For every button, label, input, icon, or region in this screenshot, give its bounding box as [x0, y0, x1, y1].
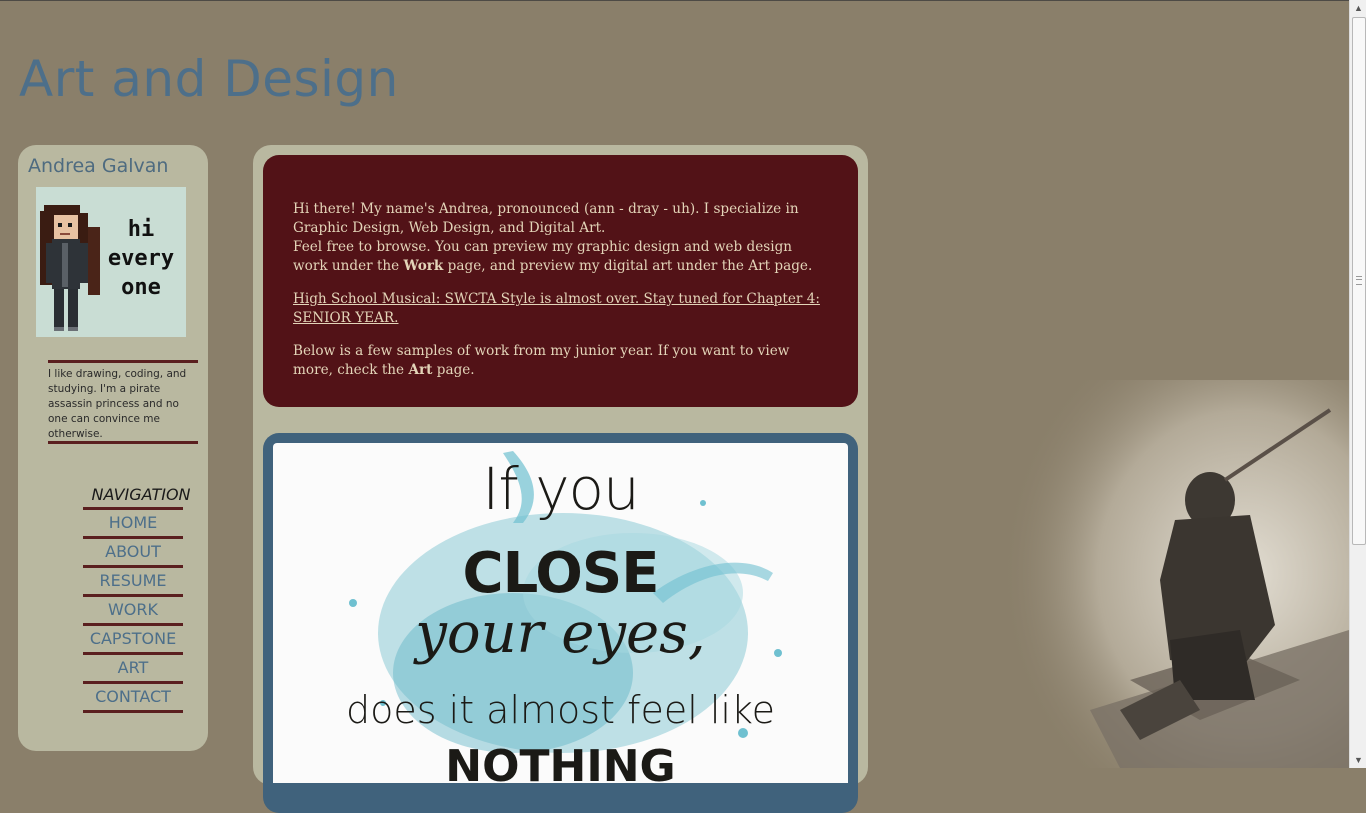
samples-paragraph: Below is a few samples of work from my j…	[293, 342, 828, 380]
samples-line-b: page.	[432, 362, 475, 378]
top-border	[0, 0, 1349, 1]
typography-artwork[interactable]: If you CLOSE your eyes, does it almost f…	[273, 443, 848, 783]
scroll-down-arrow-icon[interactable]: ▼	[1351, 752, 1366, 768]
announcement-paragraph: High School Musical: SWCTA Style is almo…	[293, 290, 828, 328]
announcement-link[interactable]: High School Musical: SWCTA Style is almo…	[293, 291, 820, 326]
intro-line-1: Hi there! My name's Andrea, pronounced (…	[293, 201, 799, 236]
author-name: Andrea Galvan	[28, 155, 169, 177]
scroll-grip-icon	[1356, 276, 1362, 285]
nav-item-resume[interactable]: RESUME	[83, 565, 183, 594]
nav-item-home[interactable]: HOME	[83, 507, 183, 536]
scroll-thumb[interactable]	[1352, 17, 1366, 545]
artwork-line-close: CLOSE	[462, 541, 660, 606]
artwork-line-if-you: If you	[482, 455, 640, 523]
nav-heading: NAVIGATION	[91, 485, 191, 504]
scroll-up-arrow-icon[interactable]: ▲	[1351, 0, 1366, 16]
nav-item-about[interactable]: ABOUT	[83, 536, 183, 565]
navigation-menu: HOME ABOUT RESUME WORK CAPSTONE ART CONT…	[83, 507, 183, 713]
artwork-line-your-eyes: your eyes,	[415, 601, 706, 666]
sidebar: Andrea Galvan hi every one I like drawin…	[18, 145, 208, 751]
bio-text: I like drawing, coding, and studying. I'…	[48, 360, 198, 444]
intro-panel: Hi there! My name's Andrea, pronounced (…	[263, 155, 858, 407]
artwork-showcase: If you CLOSE your eyes, does it almost f…	[263, 433, 858, 813]
nav-item-art[interactable]: ART	[83, 652, 183, 681]
vertical-scrollbar[interactable]: ▲ ▼	[1349, 0, 1366, 768]
avatar: hi every one	[36, 187, 186, 337]
main-content: Hi there! My name's Andrea, pronounced (…	[253, 145, 868, 813]
nav-item-contact[interactable]: CONTACT	[83, 681, 183, 713]
nav-item-work[interactable]: WORK	[83, 594, 183, 623]
background-assassin-image	[1000, 380, 1349, 768]
artwork-line-nothing: NOTHING	[445, 741, 676, 783]
intro-paragraph: Hi there! My name's Andrea, pronounced (…	[293, 200, 828, 276]
intro-line-2b: page, and preview my digital art under t…	[443, 258, 813, 274]
art-emphasis: Art	[408, 362, 433, 378]
samples-line-a: Below is a few samples of work from my j…	[293, 343, 790, 378]
site-title: Art and Design	[19, 50, 399, 108]
avatar-greeting-text: hi every one	[107, 217, 175, 300]
work-emphasis: Work	[403, 258, 444, 274]
nav-item-capstone[interactable]: CAPSTONE	[83, 623, 183, 652]
artwork-line-does-it: does it almost feel like	[346, 688, 775, 732]
